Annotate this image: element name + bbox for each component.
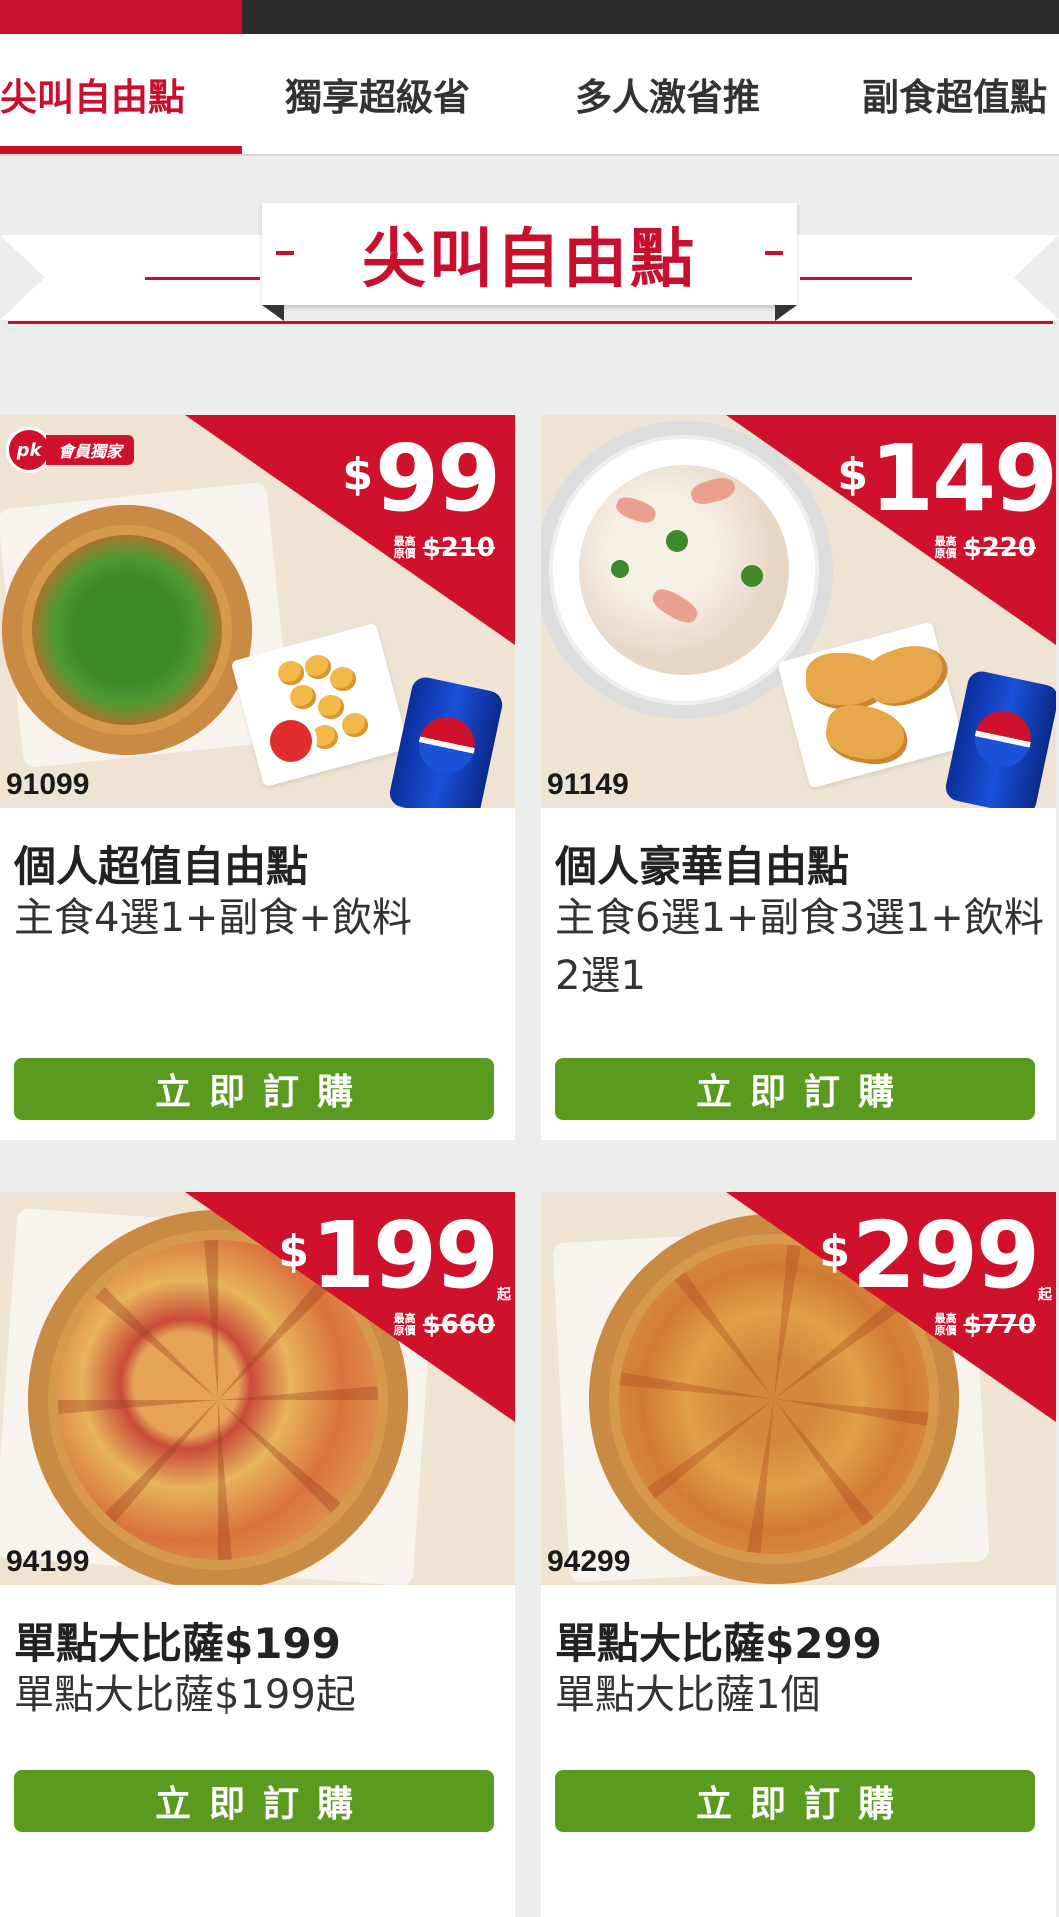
product-image[interactable]: $299起 最高原價 $770 94299	[541, 1192, 1056, 1585]
product-card[interactable]: $149 最高原價 $220 91149 個人豪華自由點 主食6選1+副食3選1…	[541, 415, 1056, 1140]
category-tabs: 尖叫自由點 獨享超級省 多人激省推 副食超值點	[0, 34, 1059, 156]
product-code: 94199	[6, 1545, 90, 1578]
product-description: 單點大比薩$199起	[14, 1672, 356, 1718]
price-value: 149	[869, 425, 1056, 532]
pepsi-logo-icon	[413, 711, 481, 779]
broccoli	[611, 560, 629, 578]
member-badge-label: 會員獨家	[46, 435, 135, 465]
product-code: 94299	[547, 1545, 631, 1578]
product-image[interactable]: pk 會員獨家 $99 最高原價 $210 91099	[0, 415, 515, 808]
product-code: 91149	[547, 768, 629, 801]
product-description: 單點大比薩1個	[555, 1672, 821, 1718]
original-price-label: 最高原價	[393, 535, 416, 560]
price-value: 99	[374, 425, 501, 532]
pizza-topping	[32, 535, 222, 725]
broccoli	[666, 530, 688, 552]
nugget	[312, 725, 338, 749]
price-tag: $149	[837, 433, 1056, 525]
original-price: 最高原價 $660	[393, 1310, 495, 1340]
product-title: 個人豪華自由點	[555, 842, 850, 891]
product-title: 單點大比薩$299	[555, 1619, 882, 1668]
original-price: 最高原價 $220	[934, 533, 1036, 563]
ribbon-underline	[8, 321, 1053, 324]
price-value: 299	[851, 1202, 1040, 1309]
nugget	[318, 695, 344, 719]
top-status-bar	[0, 0, 1059, 34]
tab-group-saver[interactable]: 多人激省推	[575, 34, 760, 154]
ribbon-line-right	[800, 277, 912, 280]
order-now-button[interactable]: 立即訂購	[14, 1770, 494, 1832]
price-suffix: 起	[497, 1287, 511, 1303]
section-banner: 尖叫自由點	[0, 195, 1059, 340]
original-price: 最高原價 $770	[934, 1310, 1036, 1340]
product-code: 91099	[6, 768, 90, 801]
nugget	[330, 667, 356, 691]
ribbon-dash-left	[276, 251, 294, 255]
pepsi-can-image	[387, 674, 505, 808]
tab-exclusive-super-saver[interactable]: 獨享超級省	[285, 34, 470, 154]
product-description: 主食6選1+副食3選1+飲料2選1	[555, 895, 1044, 999]
product-title: 個人超值自由點	[14, 842, 309, 891]
price-tag: $99	[342, 433, 501, 525]
ribbon-line-left	[145, 277, 260, 280]
original-price-value: $660	[422, 1310, 495, 1340]
product-card[interactable]: pk 會員獨家 $99 最高原價 $210 91099 個人超值自由點 主食4選…	[0, 415, 515, 1140]
original-price-value: $770	[963, 1310, 1036, 1340]
original-price-label: 最高原價	[393, 1312, 416, 1337]
price-value: 199	[310, 1202, 499, 1309]
order-now-button[interactable]: 立即訂購	[555, 1770, 1035, 1832]
nugget	[305, 655, 331, 679]
original-price-label: 最高原價	[934, 1312, 957, 1337]
currency-symbol: $	[837, 449, 868, 500]
section-title-box: 尖叫自由點	[262, 203, 797, 305]
product-image[interactable]: $199起 最高原價 $660 94199	[0, 1192, 515, 1585]
original-price: 最高原價 $210	[393, 533, 495, 563]
pepsi-logo-icon	[969, 705, 1037, 773]
product-description: 主食4選1+副食+飲料	[14, 895, 412, 941]
member-exclusive-badge: pk 會員獨家	[6, 427, 135, 473]
nugget	[290, 685, 316, 709]
tab-scream-free-choice[interactable]: 尖叫自由點	[0, 34, 185, 154]
original-price-value: $220	[963, 533, 1036, 563]
currency-symbol: $	[819, 1226, 850, 1277]
ribbon-dash-right	[765, 251, 783, 255]
product-image[interactable]: $149 最高原價 $220 91149	[541, 415, 1056, 808]
ribbon-fold-right	[775, 305, 797, 321]
order-now-button[interactable]: 立即訂購	[14, 1058, 494, 1120]
currency-symbol: $	[342, 449, 373, 500]
original-price-label: 最高原價	[934, 535, 957, 560]
original-price-value: $210	[422, 533, 495, 563]
cilantro-pizza-image	[2, 505, 252, 755]
order-now-button[interactable]: 立即訂購	[555, 1058, 1035, 1120]
broccoli	[741, 565, 763, 587]
product-card[interactable]: $299起 最高原價 $770 94299 單點大比薩$299 單點大比薩1個 …	[541, 1192, 1056, 1917]
product-card[interactable]: $199起 最高原價 $660 94199 單點大比薩$199 單點大比薩$19…	[0, 1192, 515, 1917]
section-title: 尖叫自由點	[362, 223, 697, 297]
currency-symbol: $	[278, 1226, 309, 1277]
nugget	[342, 713, 368, 737]
price-tag: $199起	[278, 1210, 511, 1303]
active-tab-indicator	[0, 146, 242, 154]
ribbon-fold-left	[262, 305, 284, 321]
nugget	[278, 661, 304, 685]
tab-side-dish-value[interactable]: 副食超值點	[862, 34, 1047, 154]
product-title: 單點大比薩$199	[14, 1619, 341, 1668]
pepsi-can-image	[943, 668, 1056, 808]
price-tag: $299起	[819, 1210, 1052, 1303]
top-accent-bar	[0, 0, 242, 34]
ketchup-cup	[270, 720, 312, 762]
price-suffix: 起	[1038, 1287, 1052, 1303]
